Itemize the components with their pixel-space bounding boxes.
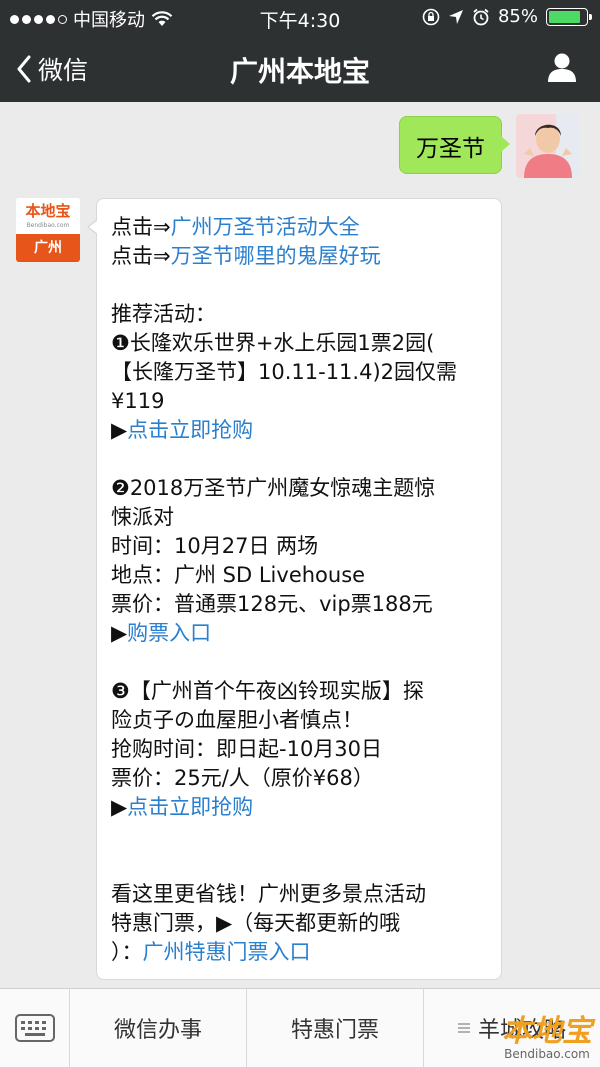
reply-blank-line bbox=[111, 648, 487, 677]
reply-line: 特惠门票，▶（每天都更新的哦 bbox=[111, 909, 487, 938]
reply-line: 票价：普通票128元、vip票188元 bbox=[111, 590, 487, 619]
reply-text: 悚派对 bbox=[111, 505, 174, 529]
received-message-row: 本地宝 Bendibao.com 广州 点击⇒广州万圣节活动大全 点击⇒万圣节哪里… bbox=[16, 198, 502, 980]
lock-rotation-icon bbox=[422, 8, 440, 25]
reply-link[interactable]: 购票入口 bbox=[127, 621, 211, 645]
avatar-brand-text: 本地宝 bbox=[25, 202, 71, 220]
avatar-city: 广州 bbox=[16, 234, 80, 262]
reply-line: 看这里更省钱！广州更多景点活动 bbox=[111, 880, 487, 909]
reply-line: 抢购时间：即日起-10月30日 bbox=[111, 735, 487, 764]
menu-item-label: 特惠门票 bbox=[290, 1018, 379, 1043]
reply-text: ❷2018万圣节广州魔女惊魂主题惊 bbox=[111, 476, 436, 500]
reply-line: 推荐活动： bbox=[111, 300, 487, 329]
reply-link[interactable]: 广州万圣节活动大全 bbox=[171, 215, 360, 239]
reply-line: ▶点击立即抢购 bbox=[111, 793, 487, 822]
menu-list-icon bbox=[457, 1023, 470, 1033]
menu-item-city-guide[interactable]: 羊城攻略 本地宝 Bendibao.com bbox=[424, 989, 600, 1067]
profile-button[interactable] bbox=[546, 52, 578, 86]
menu-item-label: 微信办事 bbox=[113, 1018, 202, 1043]
avatar-logo-top: 本地宝 Bendibao.com bbox=[16, 198, 80, 234]
reply-line: ❶长隆欢乐世界+水上乐园1票2园( bbox=[111, 329, 487, 358]
reply-line: ¥119 bbox=[111, 387, 487, 416]
reply-blank-line bbox=[111, 851, 487, 880]
reply-line: 时间：10月27日 两场 bbox=[111, 532, 487, 561]
reply-line: ❸【广州首个午夜凶铃现实版】探 bbox=[111, 677, 487, 706]
watermark-url: Bendibao.com bbox=[504, 1047, 590, 1061]
battery-percent: 85% bbox=[497, 6, 538, 27]
reply-text: 特惠门票，▶（每天都更新的哦 bbox=[111, 911, 401, 935]
reply-line-prefix: ▶ bbox=[111, 795, 128, 819]
reply-text: 票价：普通票128元、vip票188元 bbox=[111, 592, 433, 616]
reply-line: ▶点击立即抢购 bbox=[111, 416, 487, 445]
reply-link[interactable]: 点击立即抢购 bbox=[127, 418, 253, 442]
reply-message-bubble: 点击⇒广州万圣节活动大全 点击⇒万圣节哪里的鬼屋好玩 推荐活动： ❶长隆欢乐世界+水上… bbox=[87, 198, 502, 980]
reply-line: 地点：广州 SD Livehouse bbox=[111, 561, 487, 590]
reply-line-prefix: ▶ bbox=[111, 418, 128, 442]
avatar-url-text: Bendibao.com bbox=[26, 222, 70, 229]
menu-item-discount-tickets[interactable]: 特惠门票 bbox=[247, 989, 424, 1067]
reply-line: ）：广州特惠门票入口 bbox=[111, 938, 487, 967]
reply-line: 【长隆万圣节】10.11-11.4)2园仅需 bbox=[111, 358, 487, 387]
reply-line: 票价：25元/人（原价¥68） bbox=[111, 764, 487, 793]
reply-link[interactable]: 点击立即抢购 bbox=[127, 795, 253, 819]
reply-line: 点击⇒万圣节哪里的鬼屋好玩 bbox=[111, 242, 487, 271]
location-icon bbox=[448, 9, 463, 24]
reply-text: 推荐活动： bbox=[111, 302, 216, 326]
menu-item-wechat-service[interactable]: 微信办事 bbox=[70, 989, 247, 1067]
top-bar: 中国移动 下午4:30 85% 微信 广州本地宝 bbox=[0, 0, 600, 102]
reply-line: ❷2018万圣节广州魔女惊魂主题惊 bbox=[111, 474, 487, 503]
battery-icon bbox=[546, 7, 592, 26]
sent-message-bubble[interactable]: 万圣节 bbox=[399, 116, 510, 174]
reply-line-prefix: ）： bbox=[111, 940, 143, 964]
reply-text: 时间：10月27日 两场 bbox=[111, 534, 319, 558]
reply-line-prefix: 点击⇒ bbox=[111, 215, 171, 239]
status-bar: 中国移动 下午4:30 85% bbox=[0, 0, 600, 34]
page-title: 广州本地宝 bbox=[229, 55, 370, 88]
nav-bar: 微信 广州本地宝 bbox=[0, 34, 600, 102]
reply-blank-line bbox=[111, 822, 487, 851]
profile-icon bbox=[548, 53, 576, 82]
sent-message-text: 万圣节 bbox=[416, 136, 485, 162]
sent-message-row: 万圣节 bbox=[399, 114, 580, 178]
reply-text: 【长隆万圣节】10.11-11.4)2园仅需 bbox=[111, 360, 458, 384]
battery-fill bbox=[549, 10, 580, 23]
user-avatar[interactable] bbox=[516, 114, 580, 178]
reply-line-prefix: ▶ bbox=[111, 621, 128, 645]
alarm-icon bbox=[473, 8, 489, 25]
reply-line-prefix: 点击⇒ bbox=[111, 244, 171, 268]
reply-line: 悚派对 bbox=[111, 503, 487, 532]
reply-text: ¥119 bbox=[111, 389, 165, 413]
reply-text: 抢购时间：即日起-10月30日 bbox=[111, 737, 383, 761]
reply-link[interactable]: 广州特惠门票入口 bbox=[143, 940, 311, 964]
watermark: 本地宝 Bendibao.com bbox=[502, 1014, 592, 1062]
keyboard-icon bbox=[14, 1014, 55, 1042]
bottom-menu-bar: 微信办事 特惠门票 羊城攻略 本地宝 Bendibao.com bbox=[0, 988, 600, 1067]
reply-text: ❶长隆欢乐世界+水上乐园1票2园( bbox=[111, 331, 435, 355]
reply-blank-line bbox=[111, 271, 487, 300]
reply-line: 险贞子の血屋胆小者慎点！ bbox=[111, 706, 487, 735]
status-right: 85% bbox=[422, 6, 592, 27]
keyboard-toggle-button[interactable] bbox=[0, 989, 70, 1067]
reply-text: ❸【广州首个午夜凶铃现实版】探 bbox=[111, 679, 424, 703]
user-photo-icon bbox=[516, 114, 580, 178]
reply-text: 看这里更省钱！广州更多景点活动 bbox=[111, 882, 426, 906]
official-account-avatar[interactable]: 本地宝 Bendibao.com 广州 bbox=[16, 198, 80, 262]
reply-text: 险贞子の血屋胆小者慎点！ bbox=[111, 708, 363, 732]
watermark-brand: 本地宝 bbox=[502, 1014, 592, 1049]
reply-line: 点击⇒广州万圣节活动大全 bbox=[111, 213, 487, 242]
reply-text: 票价：25元/人（原价¥68） bbox=[111, 766, 374, 790]
reply-line: ▶购票入口 bbox=[111, 619, 487, 648]
reply-blank-line bbox=[111, 445, 487, 474]
reply-text: 地点：广州 SD Livehouse bbox=[111, 563, 366, 587]
reply-link[interactable]: 万圣节哪里的鬼屋好玩 bbox=[171, 244, 381, 268]
